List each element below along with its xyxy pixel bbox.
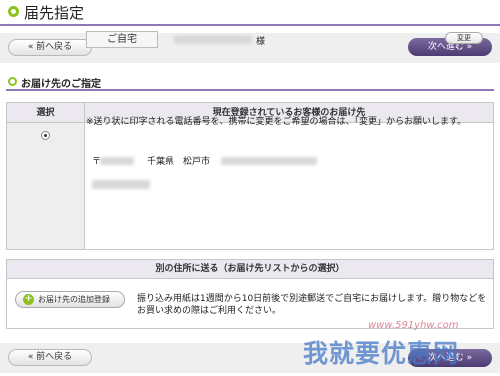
select-cell [7, 123, 85, 249]
radio-dot [44, 134, 47, 137]
page-header: 届先指定 [0, 0, 500, 26]
redacted-name [174, 35, 252, 44]
page-title: 届先指定 [24, 4, 85, 22]
watermark-url: www.591yhw.com [368, 320, 459, 331]
column-header-select: 選択 [7, 103, 85, 123]
honorific: 様 [256, 37, 266, 47]
plus-icon: + [23, 294, 34, 305]
ring-icon [8, 77, 17, 86]
redacted-phone [92, 180, 150, 189]
phone-change-note: ※送り状に印字される電話番号を、携帯に変更をご希望の場合は、「変更」からお願いし… [86, 117, 467, 127]
section-title: お届け先のご指定 [21, 79, 101, 90]
add-address-label: お届け先の追加登録 [38, 295, 110, 304]
change-label: 変更 [457, 34, 471, 42]
add-address-button[interactable]: + お届け先の追加登録 [15, 291, 125, 308]
watermark-text: 我就要优惠网 [303, 339, 460, 368]
back-button-bottom[interactable]: « 前へ戻る [8, 349, 92, 366]
city: 松戸市 [183, 157, 211, 167]
other-address-box: 別の住所に送る（お届け先リストからの選択） + お届け先の追加登録 振り込み用紙… [6, 259, 494, 329]
back-button-top[interactable]: « 前へ戻る [8, 39, 92, 56]
prefecture: 千葉県 [147, 157, 175, 167]
change-button[interactable]: 変更 [445, 32, 483, 44]
redacted-street [221, 157, 317, 165]
other-address-heading: 別の住所に送る（お届け先リストからの選択） [7, 260, 493, 279]
section-header: お届け先のご指定 [6, 73, 494, 91]
home-badge: ご自宅 [86, 31, 158, 48]
mailing-info-text: 振り込み用紙は1週間から10日前後で別途郵送でご自宅にお届けします。贈り物などを… [137, 294, 487, 316]
redacted-postal [100, 157, 134, 165]
address-radio[interactable] [41, 131, 50, 140]
ring-icon [8, 6, 19, 17]
